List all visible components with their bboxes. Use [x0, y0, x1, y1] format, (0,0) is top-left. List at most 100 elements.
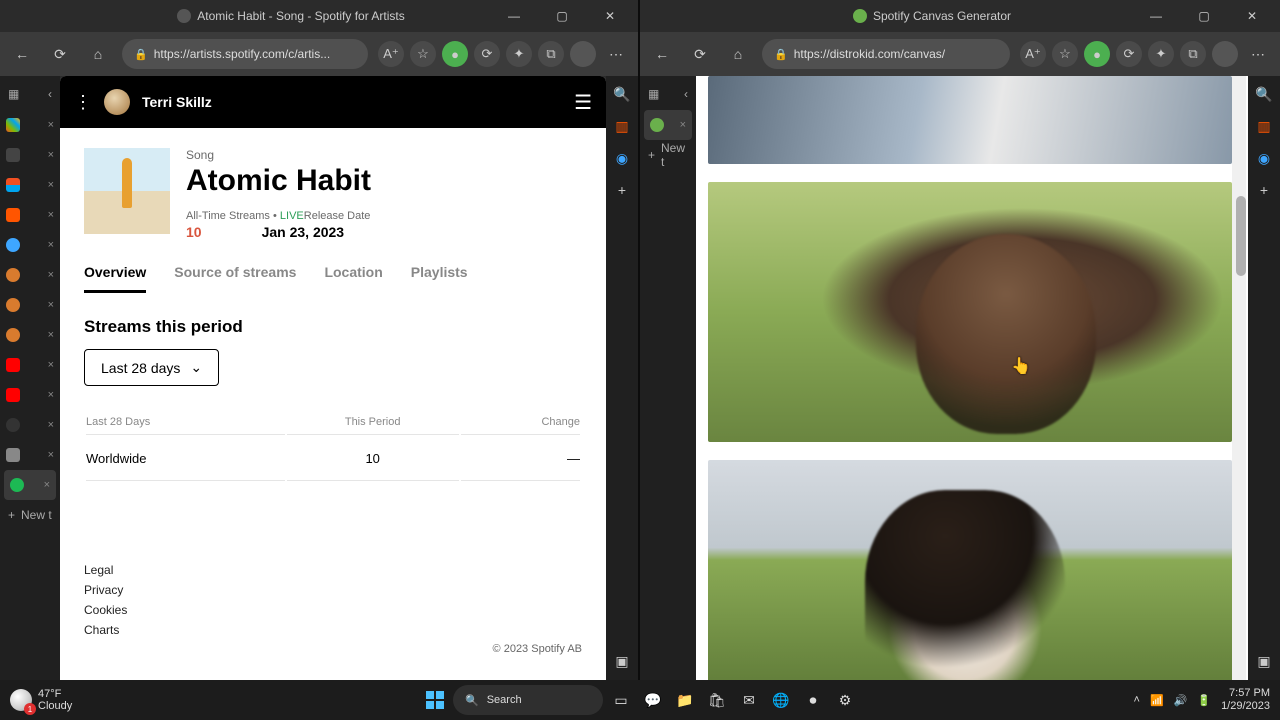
profile-avatar[interactable]	[570, 41, 596, 67]
period-dropdown[interactable]: Last 28 days ⌄	[84, 349, 219, 386]
scrollbar[interactable]	[1232, 76, 1246, 711]
canvas-option-card[interactable]	[708, 182, 1232, 442]
vtab-item[interactable]: ×	[0, 320, 60, 350]
address-bar[interactable]: 🔒 https://artists.spotify.com/c/artis...	[122, 39, 368, 69]
address-bar[interactable]: 🔒 https://distrokid.com/canvas/	[762, 39, 1010, 69]
search-icon[interactable]: 🔍	[612, 84, 632, 104]
volume-icon[interactable]: 🔊	[1174, 694, 1188, 707]
tab-location[interactable]: Location	[324, 264, 382, 293]
edge-icon[interactable]: 🌐	[767, 686, 795, 714]
add-sidebar-icon[interactable]: +	[612, 180, 632, 200]
table-row: Worldwide 10 —	[86, 437, 580, 481]
profile-avatar[interactable]	[1212, 41, 1238, 67]
footer-charts[interactable]: Charts	[84, 623, 582, 637]
wifi-icon[interactable]: 📶	[1150, 694, 1164, 707]
store-icon[interactable]: 🛍	[703, 686, 731, 714]
ext-sync-icon[interactable]: ⟳	[474, 41, 500, 67]
ext-green-icon[interactable]: ●	[1084, 41, 1110, 67]
canvas-option-card[interactable]	[708, 460, 1232, 710]
vtab-item[interactable]: ×	[0, 230, 60, 260]
battery-icon[interactable]: 🔋	[1197, 694, 1211, 707]
minimize-button[interactable]: —	[1136, 2, 1176, 30]
vtab-item[interactable]: ×	[0, 440, 60, 470]
kebab-menu-icon[interactable]: ⋮	[74, 92, 92, 113]
favorite-icon[interactable]: ☆	[410, 41, 436, 67]
collapse-tabs-icon[interactable]: ‹	[48, 87, 52, 101]
tab-playlists[interactable]: Playlists	[411, 264, 468, 293]
edit-sidebar-icon[interactable]: ▣	[612, 651, 632, 671]
sidebar-app-icon[interactable]: ▥	[1254, 116, 1274, 136]
vtab-item[interactable]: ×	[0, 380, 60, 410]
vertical-tabs-left: ▦ ‹ × × × × × × × × × × × × × +New t	[0, 76, 60, 711]
sidebar-app-icon[interactable]: ▥	[612, 116, 632, 136]
chat-icon[interactable]: 💬	[639, 686, 667, 714]
task-view-icon[interactable]: ▭	[607, 686, 635, 714]
tray-chevron-icon[interactable]: ˄	[1134, 694, 1140, 706]
canvas-option-card[interactable]	[708, 76, 1232, 164]
artist-avatar[interactable]	[104, 89, 130, 115]
outlook-icon[interactable]: ◉	[1254, 148, 1274, 168]
add-sidebar-icon[interactable]: +	[1254, 180, 1274, 200]
mail-icon[interactable]: ✉	[735, 686, 763, 714]
hamburger-menu-icon[interactable]: ☰	[574, 90, 592, 115]
tab-source[interactable]: Source of streams	[174, 264, 296, 293]
vtab-item[interactable]: ×	[0, 350, 60, 380]
read-aloud-icon[interactable]: A⁺	[1020, 41, 1046, 67]
back-button[interactable]: ←	[8, 40, 36, 68]
new-tab-button[interactable]: +New t	[0, 500, 60, 530]
vtab-item[interactable]: ×	[0, 290, 60, 320]
start-button[interactable]	[421, 686, 449, 714]
more-menu[interactable]: ⋯	[602, 40, 630, 68]
more-menu[interactable]: ⋯	[1244, 40, 1272, 68]
ext-sync-icon[interactable]: ⟳	[1116, 41, 1142, 67]
collections-icon[interactable]: ⧉	[1180, 41, 1206, 67]
tab-overview[interactable]: Overview	[84, 264, 146, 293]
vtab-item[interactable]: ×	[0, 170, 60, 200]
footer-copyright: © 2023 Spotify AB	[84, 643, 582, 655]
ext-star-icon[interactable]: ✦	[1148, 41, 1174, 67]
edit-sidebar-icon[interactable]: ▣	[1254, 651, 1274, 671]
read-aloud-icon[interactable]: A⁺	[378, 41, 404, 67]
tab-actions-icon[interactable]: ▦	[8, 87, 19, 101]
refresh-button[interactable]: ⟳	[46, 40, 74, 68]
window-title: Atomic Habit - Song - Spotify for Artist…	[197, 9, 404, 23]
ext-green-icon[interactable]: ●	[442, 41, 468, 67]
titlebar-right: Spotify Canvas Generator — ▢ ✕	[640, 0, 1280, 32]
weather-widget[interactable]: 47°F Cloudy	[10, 688, 72, 712]
collapse-tabs-icon[interactable]: ‹	[684, 87, 688, 101]
search-icon[interactable]: 🔍	[1254, 84, 1274, 104]
maximize-button[interactable]: ▢	[542, 2, 582, 30]
cell-value: 10	[287, 437, 459, 481]
footer-legal[interactable]: Legal	[84, 563, 582, 577]
refresh-button[interactable]: ⟳	[686, 40, 714, 68]
vtab-item[interactable]: ×	[0, 140, 60, 170]
system-clock[interactable]: 7:57 PM 1/29/2023	[1221, 687, 1270, 712]
footer-privacy[interactable]: Privacy	[84, 583, 582, 597]
scrollbar-thumb[interactable]	[1236, 196, 1246, 276]
ext-star-icon[interactable]: ✦	[506, 41, 532, 67]
minimize-button[interactable]: —	[494, 2, 534, 30]
vtab-item-active[interactable]: ×	[644, 110, 692, 140]
favorite-icon[interactable]: ☆	[1052, 41, 1078, 67]
collections-icon[interactable]: ⧉	[538, 41, 564, 67]
vtab-item[interactable]: ×	[0, 260, 60, 290]
maximize-button[interactable]: ▢	[1184, 2, 1224, 30]
vtab-item[interactable]: ×	[0, 110, 60, 140]
tab-actions-icon[interactable]: ▦	[648, 87, 659, 101]
vtab-item-active[interactable]: ×	[4, 470, 56, 500]
vtab-item[interactable]: ×	[0, 200, 60, 230]
footer-cookies[interactable]: Cookies	[84, 603, 582, 617]
obs-icon[interactable]: ⏺	[799, 686, 827, 714]
settings-icon[interactable]: ⚙	[831, 686, 859, 714]
section-heading: Streams this period	[84, 317, 582, 337]
close-button[interactable]: ✕	[590, 2, 630, 30]
taskbar-search[interactable]: 🔍Search	[453, 685, 603, 715]
vtab-item[interactable]: ×	[0, 410, 60, 440]
back-button[interactable]: ←	[648, 40, 676, 68]
home-button[interactable]: ⌂	[724, 40, 752, 68]
outlook-icon[interactable]: ◉	[612, 148, 632, 168]
file-explorer-icon[interactable]: 📁	[671, 686, 699, 714]
close-button[interactable]: ✕	[1232, 2, 1272, 30]
new-tab-button[interactable]: +New t	[640, 140, 696, 170]
home-button[interactable]: ⌂	[84, 40, 112, 68]
